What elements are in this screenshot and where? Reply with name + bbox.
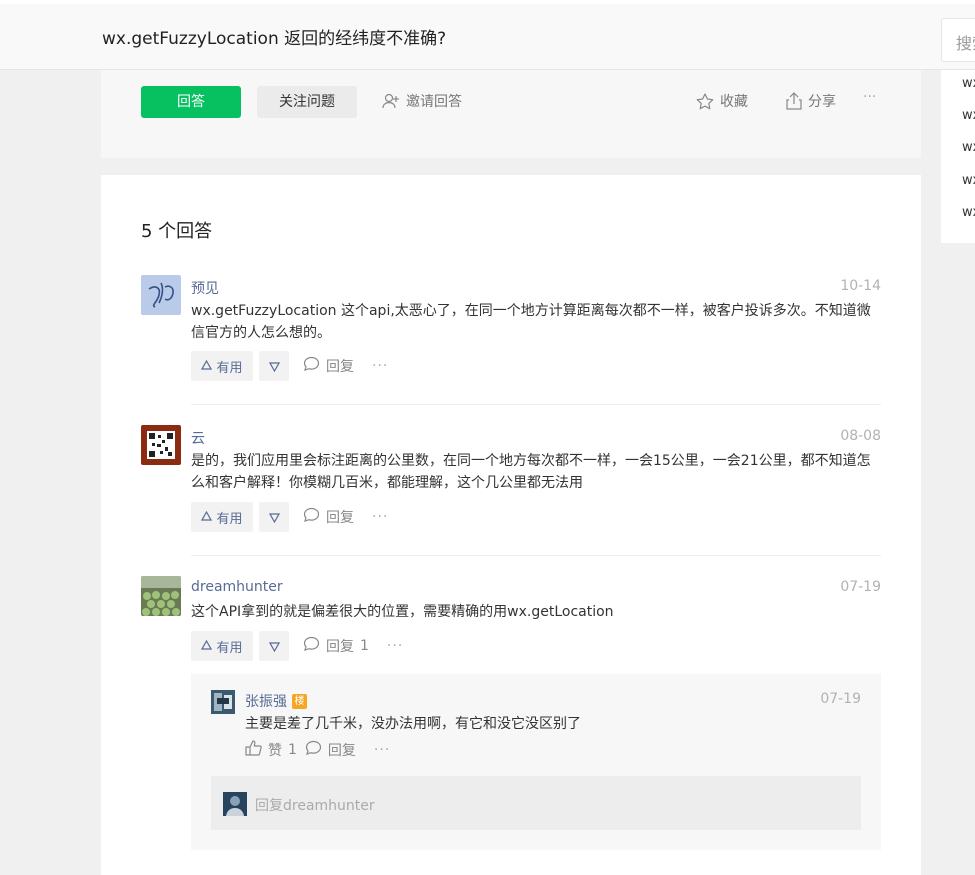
comment-author[interactable]: 张振强 楼 bbox=[245, 691, 307, 711]
reply-input[interactable]: 回复dreamhunter bbox=[211, 776, 861, 830]
avatar[interactable] bbox=[141, 576, 181, 616]
reply-label: 回复 bbox=[326, 510, 354, 526]
like-label: 赞 bbox=[268, 743, 282, 759]
answer-date: 07-19 bbox=[840, 579, 881, 595]
answer-content: 是的，我们应用里会标注距离的公里数，在同一个地方每次都不一样，一会15公里，一会… bbox=[191, 453, 871, 491]
reply-label: 回复 bbox=[326, 639, 354, 655]
comment-actions: 赞 1 回复 ··· bbox=[245, 740, 390, 760]
favorite-label: 收藏 bbox=[720, 94, 748, 110]
related-question-link[interactable]: wx bbox=[962, 173, 975, 188]
related-question-link[interactable]: wx bbox=[962, 108, 975, 123]
like-button[interactable]: 赞 1 bbox=[245, 740, 297, 760]
triangle-down-icon bbox=[268, 637, 280, 656]
answer-date: 08-08 bbox=[840, 428, 881, 444]
comment-bubble-icon bbox=[303, 636, 320, 656]
favorite-button[interactable]: 收藏 bbox=[696, 91, 748, 111]
reply-label: 回复 bbox=[326, 359, 354, 375]
more-options-button[interactable]: ··· bbox=[863, 89, 876, 105]
useful-label: 有用 bbox=[216, 511, 243, 527]
comment-bubble-icon bbox=[305, 740, 322, 760]
more-icon[interactable]: ··· bbox=[387, 638, 403, 654]
current-user-avatar bbox=[223, 792, 247, 816]
triangle-up-icon bbox=[201, 639, 213, 654]
question-title: wx.getFuzzyLocation 返回的经纬度不准确? bbox=[102, 29, 447, 49]
comment-date: 07-19 bbox=[820, 691, 861, 707]
not-useful-button[interactable] bbox=[259, 502, 289, 532]
related-questions-sidebar: wx wx wx wx wx bbox=[941, 70, 975, 243]
answer-actions: 有用 回复 ··· bbox=[191, 351, 388, 381]
avatar[interactable] bbox=[141, 425, 181, 465]
invite-user-icon bbox=[382, 93, 400, 109]
related-question-link[interactable]: wx bbox=[962, 76, 975, 91]
answer-actions: 有用 回复 1 ··· bbox=[191, 631, 403, 661]
divider bbox=[191, 555, 881, 556]
not-useful-button[interactable] bbox=[259, 351, 289, 381]
question-header: wx.getFuzzyLocation 返回的经纬度不准确? 搜索 bbox=[0, 4, 975, 70]
more-icon[interactable]: ··· bbox=[372, 358, 388, 374]
invite-answer-button[interactable]: 邀请回答 bbox=[382, 91, 462, 111]
related-question-link[interactable]: wx bbox=[962, 205, 975, 220]
author-name[interactable]: dreamhunter bbox=[191, 579, 283, 595]
related-question-link[interactable]: wx bbox=[962, 140, 975, 155]
answer-content: 这个API拿到的就是偏差很大的位置，需要精确的用wx.getLocation bbox=[191, 604, 614, 620]
more-icon[interactable]: ··· bbox=[372, 509, 388, 525]
triangle-up-icon bbox=[201, 359, 213, 374]
share-label: 分享 bbox=[808, 94, 836, 110]
comment-content: 主要是差了几千米，没办法用啊，有它和没它没区别了 bbox=[245, 716, 581, 732]
answer-item: 云 08-08 是的，我们应用里会标注距离的公里数，在同一个地方每次都不一样，一… bbox=[141, 425, 881, 535]
author-badge: 楼 bbox=[292, 693, 307, 709]
reply-button[interactable]: 回复 1 bbox=[303, 636, 369, 656]
answer-date: 10-14 bbox=[840, 278, 881, 294]
triangle-down-icon bbox=[268, 357, 280, 376]
comment-author-name: 张振强 bbox=[245, 694, 287, 710]
answer-actions: 有用 回复 ··· bbox=[191, 502, 388, 532]
question-actions: 回答 关注问题 邀请回答 收藏 分享 ··· bbox=[101, 70, 921, 158]
author-name[interactable]: 预见 bbox=[191, 278, 219, 298]
comment-thread: 张振强 楼 07-19 主要是差了几千米，没办法用啊，有它和没它没区别了 赞 1… bbox=[191, 674, 881, 850]
useful-button[interactable]: 有用 bbox=[191, 502, 253, 532]
author-name[interactable]: 云 bbox=[191, 428, 205, 448]
reply-count: 1 bbox=[360, 638, 369, 654]
reply-button[interactable]: 回复 bbox=[303, 356, 354, 376]
avatar[interactable] bbox=[141, 275, 181, 315]
invite-answer-label: 邀请回答 bbox=[406, 94, 462, 110]
comment-bubble-icon bbox=[303, 507, 320, 527]
search-input[interactable]: 搜索 bbox=[941, 18, 975, 62]
answer-item: 预见 10-14 wx.getFuzzyLocation 这个api,太恶心了，… bbox=[141, 275, 881, 385]
reply-label: 回复 bbox=[327, 743, 356, 759]
answer-item: dreamhunter 07-19 这个API拿到的就是偏差很大的位置，需要精确… bbox=[141, 576, 881, 666]
share-button[interactable]: 分享 bbox=[786, 91, 836, 111]
reply-placeholder: 回复dreamhunter bbox=[255, 798, 375, 814]
divider bbox=[191, 404, 881, 405]
useful-button[interactable]: 有用 bbox=[191, 351, 253, 381]
triangle-up-icon bbox=[201, 510, 213, 525]
like-count: 1 bbox=[288, 742, 297, 758]
answer-content: wx.getFuzzyLocation 这个api,太恶心了，在同一个地方计算距… bbox=[191, 303, 871, 341]
answers-section: 5 个回答 预见 10-14 wx.getFuzzyLocation 这个api… bbox=[101, 175, 921, 875]
useful-label: 有用 bbox=[216, 360, 243, 376]
reply-button[interactable]: 回复 bbox=[305, 740, 356, 760]
comment-bubble-icon bbox=[303, 356, 320, 376]
share-icon bbox=[786, 92, 802, 110]
answer-count: 5 个回答 bbox=[141, 221, 213, 242]
avatar[interactable] bbox=[211, 690, 235, 714]
answer-button[interactable]: 回答 bbox=[141, 86, 241, 118]
useful-button[interactable]: 有用 bbox=[191, 631, 253, 661]
thumbs-up-icon bbox=[245, 740, 262, 760]
follow-question-button[interactable]: 关注问题 bbox=[257, 86, 357, 118]
more-icon[interactable]: ··· bbox=[374, 742, 390, 758]
triangle-down-icon bbox=[268, 508, 280, 527]
star-icon bbox=[696, 92, 714, 110]
useful-label: 有用 bbox=[216, 640, 243, 656]
not-useful-button[interactable] bbox=[259, 631, 289, 661]
reply-button[interactable]: 回复 bbox=[303, 507, 354, 527]
